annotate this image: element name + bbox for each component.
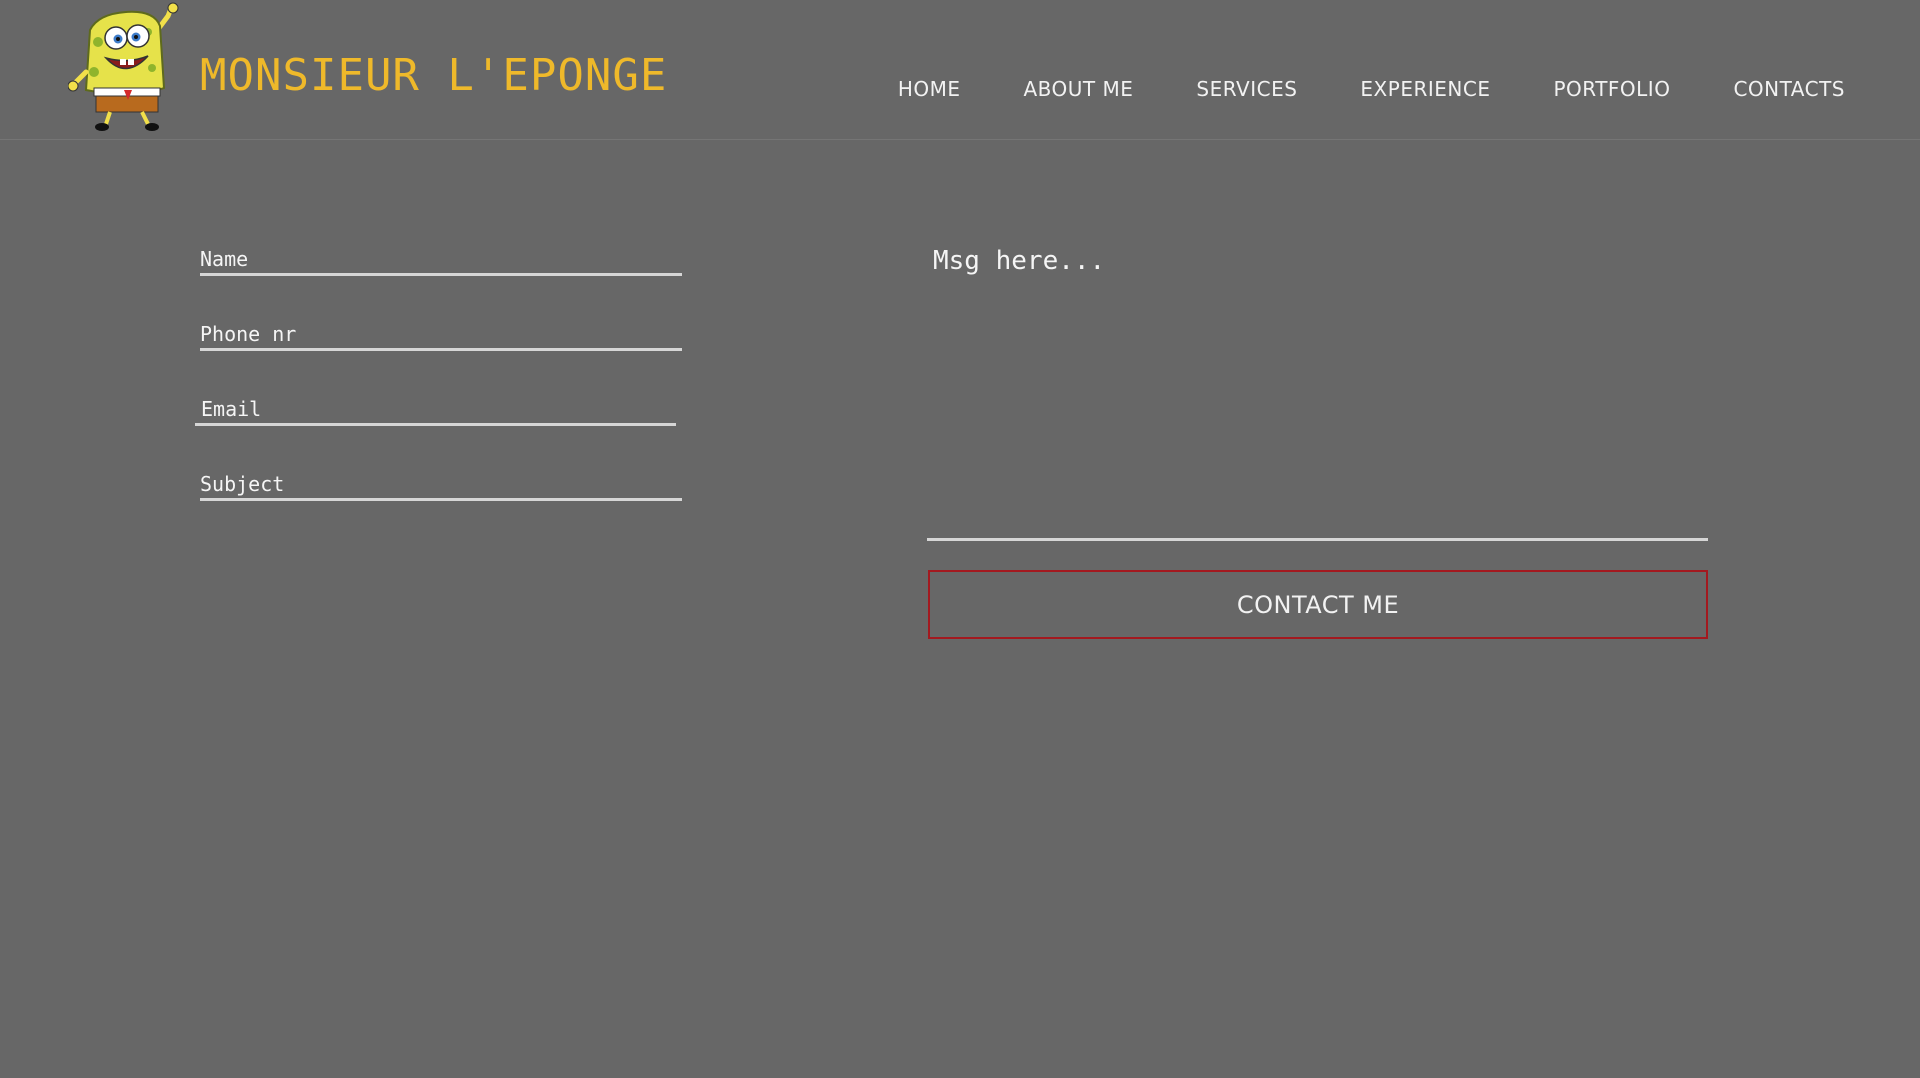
email-input[interactable] <box>195 386 676 423</box>
contact-me-button[interactable]: CONTACT ME <box>928 570 1708 639</box>
subject-field-wrapper <box>200 461 682 501</box>
site-header: MONSIEUR L'EPONGE HOME ABOUT ME SERVICES… <box>0 0 1920 140</box>
name-input[interactable] <box>200 236 682 273</box>
site-brand-title[interactable]: MONSIEUR L'EPONGE <box>200 50 667 101</box>
message-textarea[interactable] <box>927 240 1708 538</box>
nav-item-services[interactable]: SERVICES <box>1196 77 1297 101</box>
email-field-wrapper <box>195 386 676 426</box>
nav-item-about-me[interactable]: ABOUT ME <box>1024 77 1134 101</box>
nav-item-contacts[interactable]: CONTACTS <box>1733 77 1845 101</box>
name-field-wrapper <box>200 236 682 276</box>
message-field-wrapper <box>927 240 1708 541</box>
phone-input[interactable] <box>200 311 682 348</box>
phone-field-wrapper <box>200 311 682 351</box>
subject-input[interactable] <box>200 461 682 498</box>
spongebob-logo-icon[interactable] <box>68 2 190 132</box>
nav-item-portfolio[interactable]: PORTFOLIO <box>1553 77 1670 101</box>
main-nav: HOME ABOUT ME SERVICES EXPERIENCE PORTFO… <box>898 77 1845 101</box>
nav-item-experience[interactable]: EXPERIENCE <box>1360 77 1490 101</box>
nav-item-home[interactable]: HOME <box>898 77 961 101</box>
